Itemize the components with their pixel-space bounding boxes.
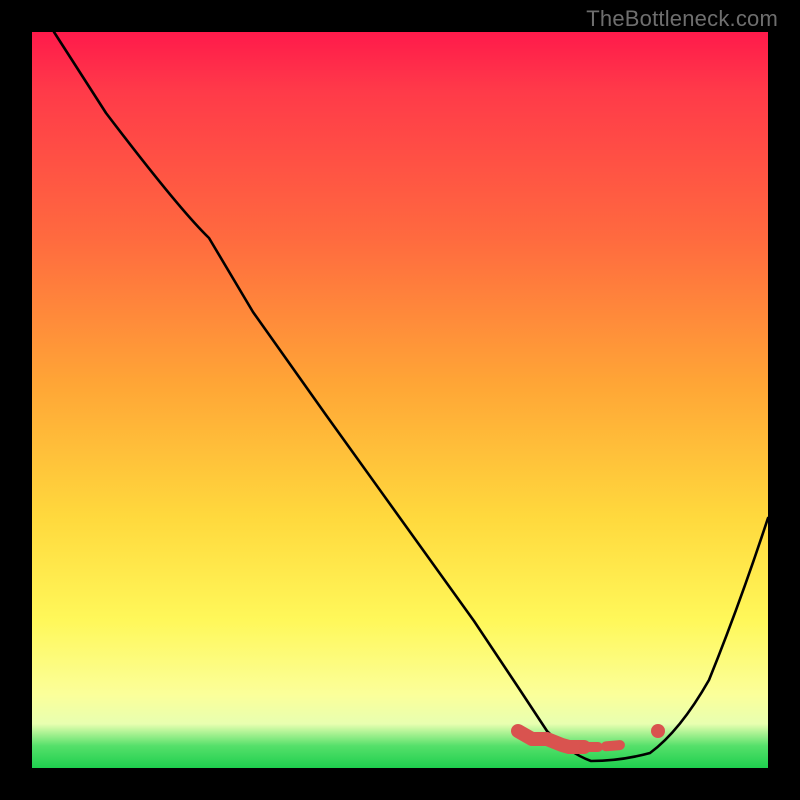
watermark-text: TheBottleneck.com (586, 6, 778, 32)
plot-area (32, 32, 768, 768)
bottleneck-curve (54, 32, 768, 761)
chart-frame: TheBottleneck.com (0, 0, 800, 800)
chart-svg (32, 32, 768, 768)
highlight-segment (518, 731, 584, 747)
highlight-dot (651, 724, 665, 738)
highlight-segment-tail (584, 745, 621, 747)
